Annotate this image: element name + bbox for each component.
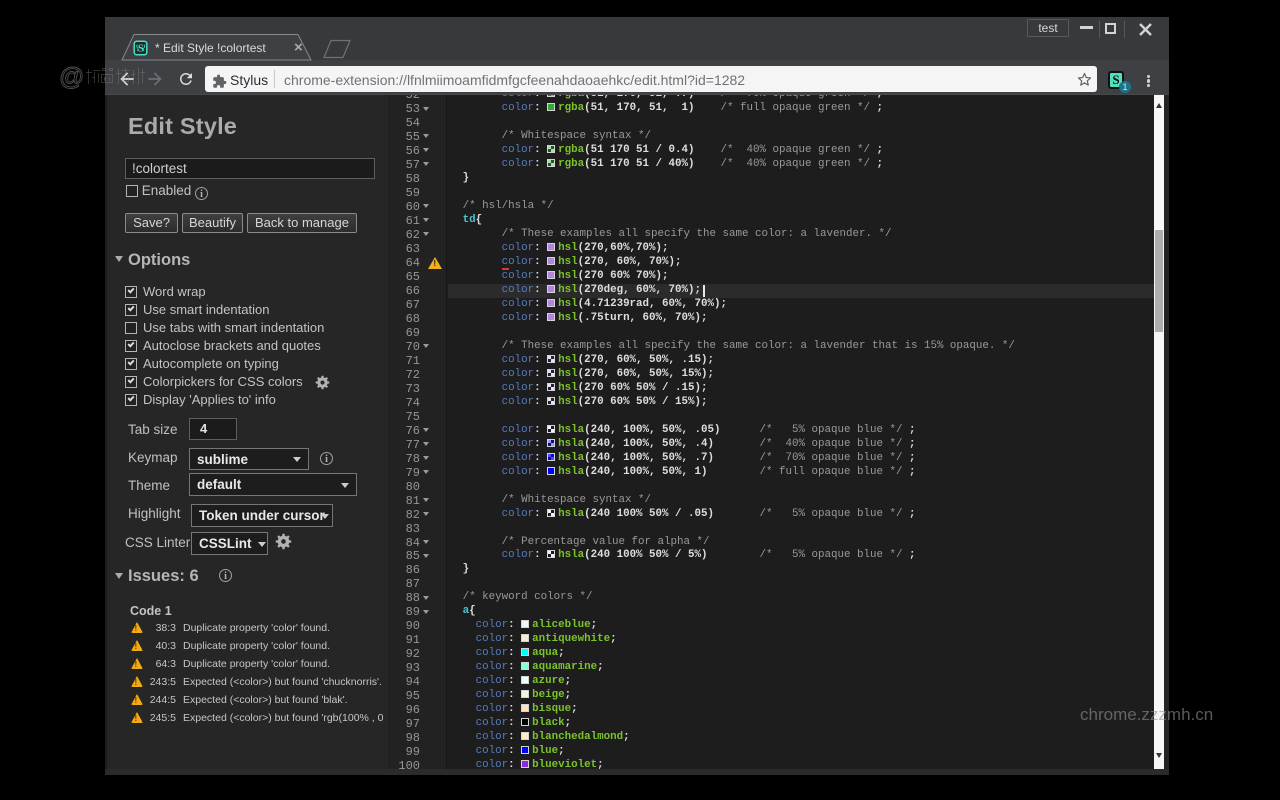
svg-text:S: S <box>138 43 144 55</box>
